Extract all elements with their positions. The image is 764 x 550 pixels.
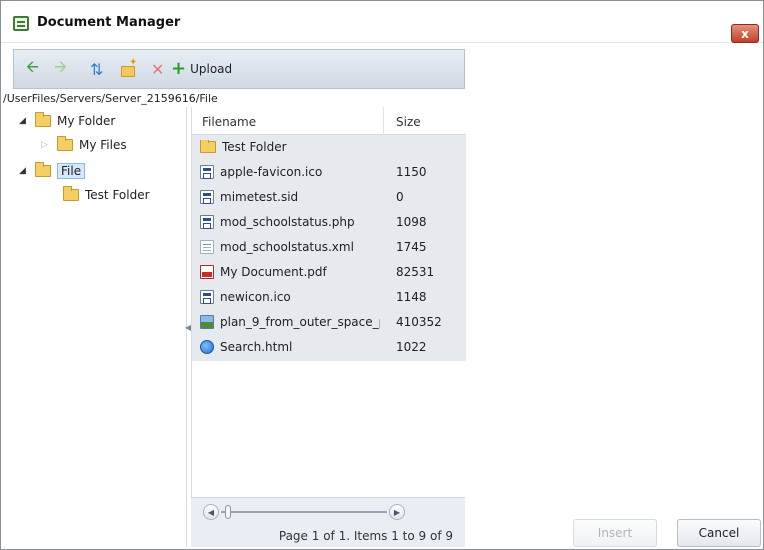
grid-rows: Test Folder apple-favicon.ico 1150 mimet…: [192, 135, 466, 361]
tree-node-label: My Files: [79, 138, 127, 152]
table-row[interactable]: newicon.ico 1148: [192, 285, 466, 309]
file-size: 82531: [396, 265, 435, 279]
file-name: Test Folder: [222, 140, 287, 154]
folder-tree: ◢ My Folder ▷ My Files ◢ File Test Folde…: [13, 107, 187, 547]
app-icon: [200, 290, 214, 304]
column-divider: [383, 107, 384, 135]
new-folder-icon[interactable]: ✦: [120, 57, 137, 78]
tree-node-label: File: [57, 163, 86, 179]
collapsed-arrow-icon[interactable]: ▷: [41, 140, 51, 150]
table-row[interactable]: Test Folder: [192, 135, 466, 159]
refresh-icon[interactable]: ⇅: [90, 60, 103, 79]
tree-node-label: My Folder: [57, 114, 116, 128]
document-manager-icon: [13, 16, 29, 31]
document-manager-window: Document Manager x 🡨 🡪 ⇅ ✦ ✕ + Upload /U…: [0, 0, 764, 550]
file-name: Search.html: [220, 340, 293, 354]
expanded-arrow-icon[interactable]: ◢: [19, 166, 29, 176]
forward-arrow-icon[interactable]: 🡪: [54, 57, 67, 78]
folder-icon: [35, 112, 51, 127]
horizontal-scrollbar[interactable]: ◀ ▶: [203, 504, 405, 520]
file-name: mod_schoolstatus.xml: [220, 240, 354, 254]
column-header-size[interactable]: Size: [396, 115, 421, 129]
web-icon: [200, 340, 214, 354]
file-size: 410352: [396, 315, 442, 329]
preview-panel: [469, 49, 759, 499]
table-row[interactable]: apple-favicon.ico 1150: [192, 160, 466, 184]
table-row[interactable]: plan_9_from_outer_space_p 410352: [192, 310, 466, 334]
column-header-filename[interactable]: Filename: [202, 115, 256, 129]
image-icon: [200, 315, 214, 329]
close-button[interactable]: x: [731, 24, 759, 43]
tree-node-my-folder[interactable]: ◢ My Folder: [19, 111, 115, 131]
table-row[interactable]: My Document.pdf 82531: [192, 260, 466, 284]
current-path: /UserFiles/Servers/Server_2159616/File: [3, 92, 218, 105]
insert-button[interactable]: Insert: [573, 519, 657, 547]
file-size: 1745: [396, 240, 427, 254]
upload-button[interactable]: + Upload: [171, 60, 232, 78]
scroll-track[interactable]: [221, 511, 387, 513]
back-arrow-icon[interactable]: 🡨: [26, 57, 39, 78]
pager-status: Page 1 of 1. Items 1 to 9 of 9: [278, 529, 453, 543]
app-icon: [200, 190, 214, 204]
table-row[interactable]: Search.html 1022: [192, 335, 466, 359]
tree-node-file[interactable]: ◢ File: [19, 161, 86, 181]
tree-node-label: Test Folder: [85, 188, 150, 202]
close-icon: x: [741, 26, 749, 41]
file-grid: Filename Size Test Folder apple-favicon.…: [191, 107, 466, 547]
file-size: 1022: [396, 340, 427, 354]
file-size: 0: [396, 190, 404, 204]
expanded-arrow-icon[interactable]: ◢: [19, 116, 29, 126]
tree-node-test-folder[interactable]: Test Folder: [63, 185, 150, 205]
app-icon: [200, 165, 214, 179]
plus-icon: +: [171, 58, 187, 79]
delete-icon[interactable]: ✕: [151, 60, 164, 79]
pdf-icon: [200, 265, 214, 279]
folder-icon: [63, 186, 79, 201]
folder-icon: [35, 162, 51, 177]
app-icon: [200, 215, 214, 229]
table-row[interactable]: mod_schoolstatus.xml 1745: [192, 235, 466, 259]
file-name: My Document.pdf: [220, 265, 327, 279]
window-title: Document Manager: [37, 15, 181, 30]
table-row[interactable]: mimetest.sid 0: [192, 185, 466, 209]
file-name: newicon.ico: [220, 290, 291, 304]
pager: ◀ ▶ Page 1 of 1. Items 1 to 9 of 9: [191, 497, 465, 547]
tree-node-my-files[interactable]: ▷ My Files: [41, 135, 127, 155]
grid-header: Filename Size: [192, 107, 466, 135]
file-size: 1150: [396, 165, 427, 179]
upload-label: Upload: [190, 62, 233, 76]
folder-icon: [57, 136, 73, 151]
scroll-thumb[interactable]: [225, 505, 231, 519]
file-name: plan_9_from_outer_space_p: [220, 315, 380, 329]
file-name: mimetest.sid: [220, 190, 299, 204]
toolbar: 🡨 🡪 ⇅ ✦ ✕ + Upload: [13, 49, 465, 89]
file-name: apple-favicon.ico: [220, 165, 323, 179]
title-bar: Document Manager x: [1, 1, 763, 43]
file-name: mod_schoolstatus.php: [220, 215, 355, 229]
scroll-left-icon[interactable]: ◀: [203, 504, 219, 520]
table-row[interactable]: mod_schoolstatus.php 1098: [192, 210, 466, 234]
scroll-right-icon[interactable]: ▶: [389, 504, 405, 520]
text-file-icon: [200, 240, 214, 254]
cancel-button[interactable]: Cancel: [677, 519, 761, 547]
file-size: 1148: [396, 290, 427, 304]
folder-icon: [200, 140, 216, 153]
file-size: 1098: [396, 215, 427, 229]
